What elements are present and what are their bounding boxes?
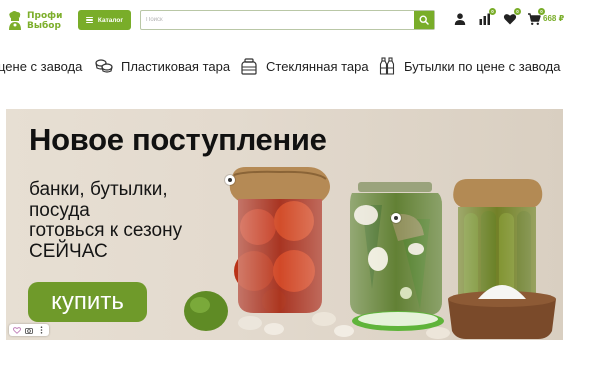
banner-subtitle-line: банки, бутылки, (29, 179, 168, 200)
banner-subtitle: банки, бутылки, посуда готовься к сезону… (29, 179, 183, 262)
search-bar (140, 10, 435, 30)
hotspot-marker[interactable] (225, 175, 235, 185)
user-account-button[interactable] (453, 12, 467, 26)
compare-badge: 0 (489, 8, 496, 15)
category-item-factory-price[interactable]: цене с завода (0, 57, 82, 75)
more-vertical-icon (40, 326, 42, 334)
category-label: Стеклянная тара (266, 58, 369, 74)
search-icon (419, 15, 429, 25)
media-toolbar (9, 324, 49, 336)
menu-icon (85, 17, 93, 23)
category-item-glass[interactable]: Стеклянная тара (240, 57, 369, 75)
banner-subtitle-line: СЕЙЧАС (29, 240, 108, 262)
favorites-button[interactable]: 0 (503, 8, 521, 26)
cart-total-price[interactable]: 668 ₽ (543, 14, 564, 23)
compare-button[interactable]: 0 (478, 8, 496, 26)
preserved-jars-image (184, 167, 556, 339)
category-label: Бутылки по цене с завода (404, 58, 561, 74)
category-strip: цене с завода Пластиковая тара Стеклянна… (0, 54, 566, 78)
site-logo[interactable]: Профи Выбор (6, 8, 68, 34)
camera-icon (25, 327, 33, 334)
banner-subtitle-line: готовься к сезону (29, 220, 183, 241)
favorites-badge: 0 (514, 8, 521, 15)
category-label: Пластиковая тара (121, 58, 231, 74)
category-label: цене с завода (0, 58, 83, 74)
heart-outline-icon (13, 326, 21, 334)
logo-text-line2: Выбор (27, 21, 61, 31)
cart-button[interactable]: 0 (527, 8, 545, 26)
catalog-button[interactable]: Каталог (78, 10, 131, 30)
logo-text-line1: Профи (27, 11, 63, 21)
category-item-plastic[interactable]: Пластиковая тара (95, 57, 230, 75)
site-header: Профи Выбор Каталог 0 (0, 0, 600, 40)
buy-button[interactable]: купить (28, 282, 147, 322)
camera-button[interactable] (24, 325, 34, 335)
bottles-icon (378, 57, 396, 75)
hotspot-marker[interactable] (391, 213, 401, 223)
heart-outline-button[interactable] (12, 325, 22, 335)
logo-chef-icon (6, 10, 24, 32)
search-button[interactable] (414, 11, 434, 29)
search-input[interactable] (141, 11, 414, 29)
banner-subtitle-line: посуда (29, 199, 90, 221)
category-item-bottles[interactable]: Бутылки по цене с завода (378, 57, 560, 75)
glass-jar-icon (240, 57, 258, 75)
catalog-button-label: Каталог (97, 16, 124, 24)
plastic-containers-icon (95, 57, 113, 75)
user-icon (454, 13, 466, 25)
more-options-button[interactable] (36, 325, 46, 335)
promo-banner[interactable]: Новое поступление банки, бутылки, посуда… (6, 109, 563, 340)
